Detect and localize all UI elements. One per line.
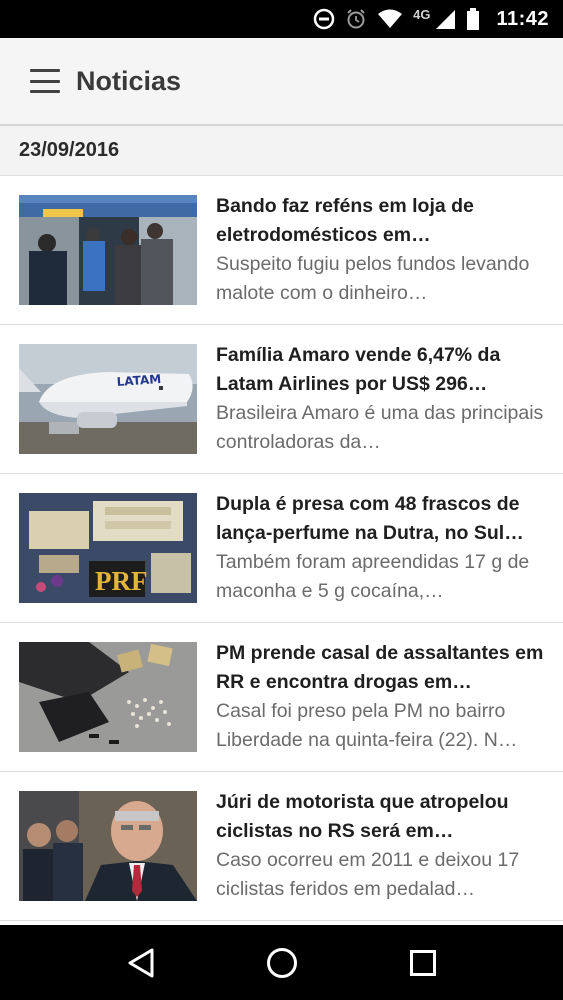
home-circle-icon [266,947,297,978]
prf-seizure-photo-icon: PRF [19,493,197,603]
app-bar: Noticias [0,38,563,126]
recents-button[interactable] [393,933,453,993]
network-type-label: 4G [413,6,431,22]
prf-logo-text: PRF [95,566,147,596]
alarm-icon [345,7,367,31]
news-thumbnail: LATAM [19,344,197,454]
recents-square-icon [409,949,436,976]
news-headline: Família Amaro vende 6,47% da Latam Airli… [216,344,501,395]
news-thumbnail [19,195,197,305]
system-navigation-bar [0,925,563,1000]
news-summary: Também foram apreendidas 17 g de maconha… [216,551,530,602]
news-headline: Bando faz reféns em loja de eletrodomést… [216,195,474,246]
news-list-item[interactable]: Júri de motorista que atropelou ciclista… [0,772,563,921]
date-label: 23/09/2016 [19,139,120,161]
do-not-disturb-icon [313,7,335,31]
news-list-item[interactable]: PM prende casal de assaltantes em RR e e… [0,623,563,772]
news-headline: Júri de motorista que atropelou ciclista… [216,791,509,842]
latam-airplane-photo-icon: LATAM [19,344,197,454]
news-headline: PM prende casal de assaltantes em RR e e… [216,642,544,693]
news-list-item[interactable]: LATAM Família Amaro vende 6,47% da Latam… [0,325,563,474]
news-summary: Suspeito fugiu pelos fundos levando malo… [216,253,530,304]
back-triangle-icon [128,948,153,977]
news-list: Bando faz reféns em loja de eletrodomést… [0,176,563,921]
news-summary: Brasileira Amaro é uma das principais co… [216,402,544,453]
news-thumbnail [19,642,197,752]
wifi-icon [377,7,403,31]
status-time: 11:42 [496,7,549,30]
news-thumbnail [19,791,197,901]
battery-icon [466,7,480,31]
cell-signal-icon [434,7,456,31]
store-hostage-photo-icon [19,195,197,305]
status-bar: 4G 11:42 [0,0,563,38]
back-button[interactable] [111,933,171,993]
news-list-item[interactable]: Bando faz reféns em loja de eletrodomést… [0,176,563,325]
news-summary: Caso ocorreu em 2011 e deixou 17 ciclist… [216,849,520,900]
news-thumbnail: PRF [19,493,197,603]
home-button[interactable] [252,933,312,993]
news-headline: Dupla é presa com 48 frascos de lança-pe… [216,493,524,544]
date-section-header: 23/09/2016 [0,126,563,176]
news-summary: Casal foi preso pela PM no bairro Liberd… [216,700,518,751]
drugs-seized-photo-icon [19,642,197,752]
page-title: Noticias [76,65,182,96]
menu-icon[interactable] [30,69,60,93]
news-list-item[interactable]: PRF Dupla é presa com 48 frascos de lanç… [0,474,563,623]
man-in-suit-photo-icon [19,791,197,901]
